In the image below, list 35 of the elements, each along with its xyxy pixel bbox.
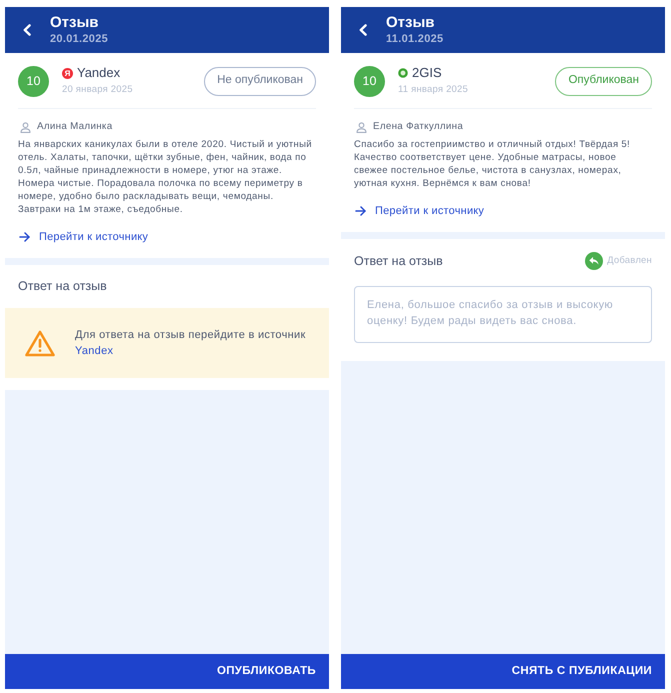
person-icon	[20, 122, 31, 132]
reply-title: Ответ на отзыв	[354, 253, 443, 269]
arrow-right-icon	[19, 232, 30, 242]
action-button[interactable]: ОПУБЛИКОВАТЬ	[5, 654, 329, 689]
notice-text: Для ответа на отзыв перейдите в источник Yandex	[75, 328, 307, 359]
reply-title: Ответ на отзыв	[18, 278, 107, 294]
review-date: 11 января 2025	[398, 83, 470, 97]
source-link[interactable]: Перейти к источнику	[375, 204, 484, 218]
review-date: 20.01.2025	[50, 32, 108, 46]
warning-icon	[25, 330, 55, 356]
person-icon	[356, 122, 367, 132]
status-pill: Опубликован	[555, 66, 652, 96]
review-text: Спасибо за гостеприимство и отличный отдых! Твёрдая 5! Качество соответствует цене. Удобные матрасы, новое свежее постельное белье, чистота в санузлах, номерах, уютная кухня. Вернёмся к вам снова!	[354, 138, 632, 190]
ring-icon	[398, 68, 408, 78]
score-badge: 10	[354, 66, 385, 96]
screen-title: Отзыв	[386, 14, 436, 32]
reply-icon	[585, 252, 604, 270]
status-text: Добавлен	[607, 254, 652, 268]
review-date: 20 января 2025	[62, 83, 134, 97]
score-badge: 10	[18, 66, 49, 96]
action-button[interactable]: СНЯТЬ С ПУБЛИКАЦИИ	[341, 654, 665, 689]
author-name: Алина Малинка	[37, 120, 112, 134]
screen-title: Отзыв	[50, 14, 100, 32]
source-link[interactable]: Перейти к источнику	[39, 230, 148, 244]
back-icon[interactable]	[359, 24, 367, 36]
back-icon[interactable]	[23, 24, 31, 36]
source-link[interactable]: Yandex	[75, 345, 114, 357]
author-name: Елена Фаткуллина	[373, 120, 464, 134]
review-date: 11.01.2025	[386, 32, 444, 46]
source-name: Yandex	[77, 65, 120, 81]
arrow-right-icon	[355, 206, 366, 216]
review-text: На январских каникулах были в отеле 2020. Чистый и уютный отель. Халаты, тапочки, щётки зубные, фен, чайник, вода по 0.5л, чайные принадлежности в номере, утюг на этаже. Номера чистые. Порадовала полочка по всему периметру в номере, удобно было раскладывать вещи, чемоданы. Завтраки на 1м этаже, съедобные.	[18, 138, 313, 216]
source-name: 2GIS	[412, 65, 442, 81]
status-pill: Не опубликован	[204, 66, 316, 96]
logo-icon: Я	[62, 68, 73, 78]
